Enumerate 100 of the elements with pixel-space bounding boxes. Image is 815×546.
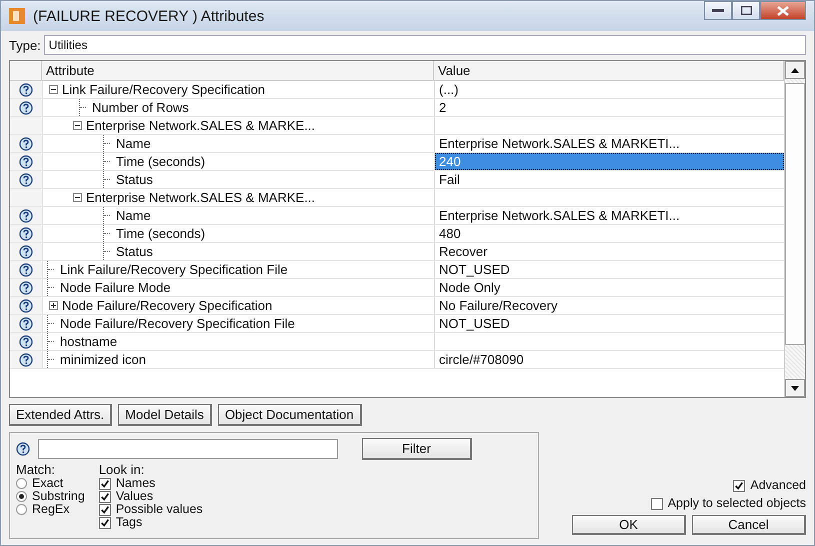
attribute-name[interactable]: Name xyxy=(116,208,151,223)
attribute-name[interactable]: Node Failure/Recovery Specification xyxy=(62,298,272,313)
collapse-icon[interactable] xyxy=(73,121,82,130)
help-icon[interactable] xyxy=(19,262,33,276)
attribute-name[interactable]: Time (seconds) xyxy=(116,154,206,169)
checkbox-label[interactable]: Apply to selected objects xyxy=(668,497,806,510)
help-icon[interactable] xyxy=(19,316,33,330)
radio-label[interactable]: Substring xyxy=(32,490,85,503)
maximize-button[interactable] xyxy=(732,1,760,20)
checkbox-label[interactable]: Possible values xyxy=(116,503,203,516)
help-icon[interactable] xyxy=(19,352,33,366)
attribute-value: 2 xyxy=(438,100,448,116)
radio-label[interactable]: RegEx xyxy=(32,503,70,516)
value-cell[interactable]: 480 xyxy=(435,225,784,242)
close-button[interactable] xyxy=(760,1,806,20)
value-cell[interactable]: Enterprise Network.SALES & MARKETI... xyxy=(435,207,784,224)
checkbox[interactable] xyxy=(98,516,111,528)
attribute-value: (...) xyxy=(438,82,460,98)
attribute-value: NOT_USED xyxy=(438,316,511,332)
toolbar-button[interactable]: Extended Attrs. xyxy=(9,404,112,426)
help-icon[interactable] xyxy=(19,226,33,240)
attribute-name[interactable]: Link Failure/Recovery Specification File xyxy=(60,262,288,277)
checkbox[interactable] xyxy=(98,490,111,502)
collapse-icon[interactable] xyxy=(73,193,82,202)
dialog-button[interactable]: OK xyxy=(572,515,686,535)
value-cell[interactable]: Enterprise Network.SALES & MARKETI... xyxy=(435,135,784,152)
checkbox[interactable] xyxy=(98,504,111,516)
column-header[interactable]: Value xyxy=(438,63,470,78)
attribute-value: Enterprise Network.SALES & MARKETI... xyxy=(438,136,681,152)
attribute-value: circle/#708090 xyxy=(438,352,525,368)
close-icon xyxy=(777,6,789,16)
attribute-value: Node Only xyxy=(438,280,502,296)
attribute-name[interactable]: hostname xyxy=(60,334,118,349)
help-icon[interactable] xyxy=(19,334,33,348)
radio-button[interactable] xyxy=(16,504,27,515)
attribute-name[interactable]: minimized icon xyxy=(60,352,146,367)
attribute-name[interactable]: Node Failure/Recovery Specification File xyxy=(60,316,295,331)
value-cell[interactable]: 2 xyxy=(435,99,784,116)
app-icon xyxy=(9,8,25,24)
value-cell[interactable]: circle/#708090 xyxy=(435,351,784,368)
help-icon[interactable] xyxy=(16,442,30,456)
radio-button[interactable] xyxy=(16,491,27,502)
help-icon[interactable] xyxy=(19,100,33,114)
help-icon[interactable] xyxy=(19,136,33,150)
attribute-value: No Failure/Recovery xyxy=(438,298,558,314)
help-icon[interactable] xyxy=(19,154,33,168)
toolbar-button[interactable]: Object Documentation xyxy=(218,404,362,426)
value-cell[interactable]: No Failure/Recovery xyxy=(435,297,784,314)
attribute-name[interactable]: Status xyxy=(116,172,153,187)
checkbox-label[interactable]: Values xyxy=(116,490,154,503)
toolbar-button[interactable]: Model Details xyxy=(118,404,212,426)
help-icon[interactable] xyxy=(19,280,33,294)
checkbox-label[interactable]: Tags xyxy=(116,516,142,529)
value-cell[interactable]: (...) xyxy=(435,81,784,98)
value-cell[interactable]: Node Only xyxy=(435,279,784,296)
attribute-name[interactable]: Number of Rows xyxy=(92,100,189,115)
help-icon[interactable] xyxy=(19,298,33,312)
attribute-name[interactable]: Node Failure Mode xyxy=(60,280,171,295)
value-cell[interactable]: NOT_USED xyxy=(435,315,784,332)
scrollbar[interactable] xyxy=(784,61,805,397)
column-header[interactable]: Attribute xyxy=(46,63,94,78)
filter-field[interactable] xyxy=(38,439,338,459)
checkbox-label[interactable]: Advanced xyxy=(750,479,806,492)
help-icon[interactable] xyxy=(19,244,33,258)
attribute-name[interactable]: Enterprise Network.SALES & MARKE... xyxy=(86,118,316,133)
maximize-icon xyxy=(740,6,752,15)
minimize-button[interactable] xyxy=(704,1,732,20)
help-icon[interactable] xyxy=(19,172,33,186)
attribute-value: Recover xyxy=(438,244,488,260)
dialog-button[interactable]: Cancel xyxy=(692,515,806,535)
value-cell[interactable]: Recover xyxy=(435,243,784,260)
attribute-name[interactable]: Name xyxy=(116,136,151,151)
attribute-value: NOT_USED xyxy=(438,262,511,278)
type-field[interactable]: Utilities xyxy=(44,35,806,55)
down-arrow-icon[interactable] xyxy=(791,386,799,390)
type-label: Type: xyxy=(9,38,41,52)
checkbox[interactable] xyxy=(650,498,663,510)
help-icon[interactable] xyxy=(19,82,33,96)
attribute-name[interactable]: Time (seconds) xyxy=(116,226,206,241)
match-label: Match: xyxy=(16,462,56,477)
up-arrow-icon[interactable] xyxy=(791,68,799,72)
collapse-icon[interactable] xyxy=(49,85,58,94)
value-cell[interactable]: Fail xyxy=(435,171,784,188)
window-title: (FAILURE RECOVERY ) Attributes xyxy=(33,8,266,24)
value-cell[interactable]: NOT_USED xyxy=(435,261,784,278)
expand-icon[interactable] xyxy=(49,301,58,310)
attribute-name[interactable]: Status xyxy=(116,244,153,259)
checkbox[interactable] xyxy=(733,480,746,492)
radio-button[interactable] xyxy=(16,478,27,489)
filter-button[interactable]: Filter xyxy=(362,438,472,460)
help-icon[interactable] xyxy=(19,208,33,222)
radio-label[interactable]: Exact xyxy=(32,477,64,490)
minimize-icon xyxy=(712,8,724,12)
checkbox-label[interactable]: Names xyxy=(116,477,156,490)
checkbox[interactable] xyxy=(98,478,111,490)
attribute-name[interactable]: Enterprise Network.SALES & MARKE... xyxy=(86,190,316,205)
attribute-value: 240 xyxy=(438,154,462,170)
attribute-value: 480 xyxy=(438,226,462,242)
look-in-label: Look in: xyxy=(98,462,146,477)
attribute-name[interactable]: Link Failure/Recovery Specification xyxy=(62,82,266,97)
